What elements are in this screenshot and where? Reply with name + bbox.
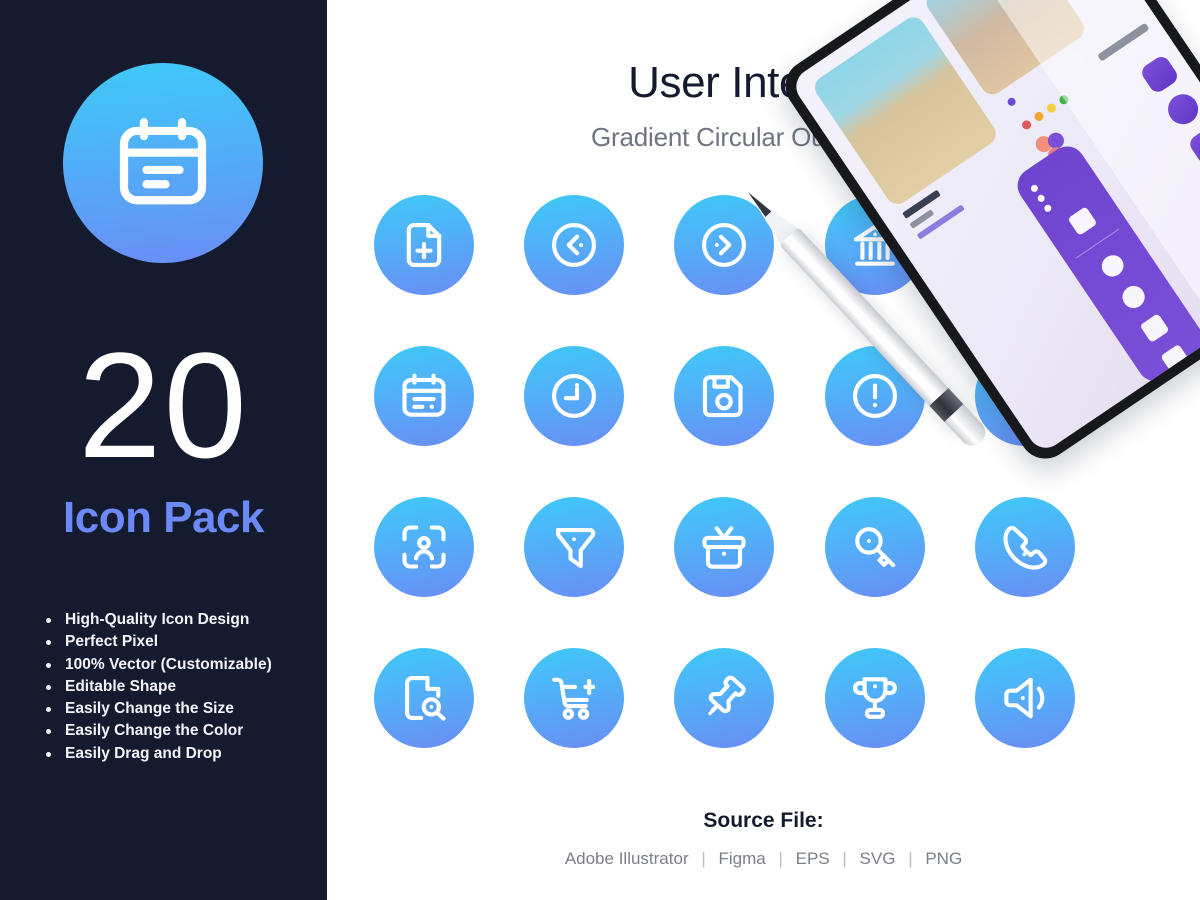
text-placeholder: [1097, 22, 1150, 62]
icon-tile-save-disk[interactable]: [674, 346, 775, 446]
feature-item: 100% Vector (Customizable): [46, 654, 272, 676]
calendar-icon: [398, 370, 450, 422]
bullet-icon: [46, 684, 51, 690]
volume-icon: [999, 672, 1051, 724]
icon-tile-pushpin[interactable]: [674, 648, 775, 748]
icon-grid: [349, 195, 1100, 748]
separator: |: [842, 849, 847, 868]
flash-icon: [999, 219, 1051, 271]
photo-card: [810, 12, 1001, 209]
key-icon: [849, 521, 901, 573]
feature-list: High-Quality Icon Design Perfect Pixel 1…: [46, 609, 272, 765]
icon-tile-chevron-right-circle[interactable]: [674, 195, 775, 295]
feature-label: Editable Shape: [65, 677, 177, 695]
calendar-icon: [111, 111, 215, 215]
phone-call-icon: [999, 521, 1051, 573]
icon-tile-face-scan[interactable]: [374, 497, 475, 597]
icon-tile-key[interactable]: [824, 497, 925, 597]
separator: |: [701, 849, 706, 868]
trophy-icon: [849, 672, 901, 724]
pushpin-icon: [698, 672, 750, 724]
feature-item: Easily Change the Size: [46, 698, 272, 720]
sidebar: 20 Icon Pack High-Quality Icon Design Pe…: [0, 0, 327, 900]
separator: |: [908, 849, 913, 868]
nav-icon: [1118, 282, 1149, 312]
icon-tile-cart-add[interactable]: [524, 648, 625, 748]
file-search-icon: [398, 672, 450, 724]
save-disk-icon: [698, 370, 750, 422]
format-label: Adobe Illustrator: [564, 849, 689, 868]
icon-tile-trophy[interactable]: [824, 648, 925, 748]
filter-funnel-icon: [548, 521, 600, 573]
icon-tile-alert-triangle[interactable]: [974, 346, 1075, 446]
bullet-icon: [46, 707, 51, 713]
alert-triangle-icon: [999, 370, 1051, 422]
feature-item: Perfect Pixel: [46, 631, 272, 653]
nav-icon: [1139, 312, 1170, 343]
bank-icon: [849, 219, 901, 271]
source-file-title: Source File:: [703, 809, 824, 832]
format-label: PNG: [925, 849, 963, 868]
icon-tile-file-add[interactable]: [374, 195, 475, 295]
icon-tile-bank[interactable]: [824, 195, 925, 295]
face-scan-icon: [398, 521, 450, 573]
icon-tile-alert-circle[interactable]: [824, 346, 925, 446]
feature-label: Easily Change the Color: [65, 722, 244, 740]
poster-root: 20 Icon Pack High-Quality Icon Design Pe…: [0, 0, 1200, 900]
alert-circle-icon: [849, 370, 901, 422]
gift-icon: [698, 521, 750, 573]
bullet-icon: [46, 618, 51, 623]
feature-label: High-Quality Icon Design: [65, 611, 250, 628]
feature-item: Easily Drag and Drop: [46, 743, 272, 765]
chevron-right-circle-icon: [698, 219, 750, 271]
cart-add-icon: [548, 672, 600, 724]
source-file-formats: Adobe Illustrator | Figma | EPS | SVG | …: [327, 846, 1200, 872]
icon-tile-filter-funnel[interactable]: [524, 497, 625, 597]
badge-circle: [63, 63, 263, 263]
page-subtitle: Gradient Circular Outline Style: [591, 122, 936, 152]
icon-tile-clock[interactable]: [524, 346, 625, 446]
bullet-icon: [46, 662, 51, 668]
icon-tile-volume[interactable]: [974, 648, 1075, 748]
icon-tile-calendar[interactable]: [374, 346, 475, 446]
icon-tile-file-search[interactable]: [374, 648, 475, 748]
chevron-left-circle-icon: [548, 219, 600, 271]
feature-label: Perfect Pixel: [65, 633, 159, 651]
format-label: SVG: [859, 849, 896, 868]
feature-item: Easily Change the Color: [46, 720, 272, 742]
clock-icon: [548, 370, 600, 422]
nav-icon: [1160, 343, 1191, 374]
feature-label: Easily Drag and Drop: [65, 744, 222, 762]
page-title: User Interface: [628, 58, 899, 107]
feature-label: Easily Change the Size: [65, 700, 234, 718]
icon-tile-phone-call[interactable]: [974, 497, 1075, 597]
icon-count: 20: [78, 321, 249, 489]
icon-tile-flash[interactable]: [974, 195, 1075, 295]
format-label: EPS: [795, 849, 830, 868]
format-label: Figma: [718, 849, 766, 868]
bullet-icon: [46, 751, 51, 757]
icon-tile-chevron-left-circle[interactable]: [524, 195, 625, 295]
main-panel: User Interface Gradient Circular Outline…: [327, 0, 1200, 900]
icon-tile-gift[interactable]: [674, 497, 775, 597]
pack-title: Icon Pack: [63, 493, 264, 542]
bullet-icon: [46, 729, 51, 735]
feature-item: High-Quality Icon Design: [46, 609, 272, 631]
nav-icon: [1097, 251, 1128, 282]
separator: |: [778, 849, 783, 868]
bullet-icon: [46, 640, 51, 646]
feature-item: Editable Shape: [46, 676, 272, 698]
feature-label: 100% Vector (Customizable): [65, 655, 272, 673]
file-add-icon: [398, 219, 450, 271]
